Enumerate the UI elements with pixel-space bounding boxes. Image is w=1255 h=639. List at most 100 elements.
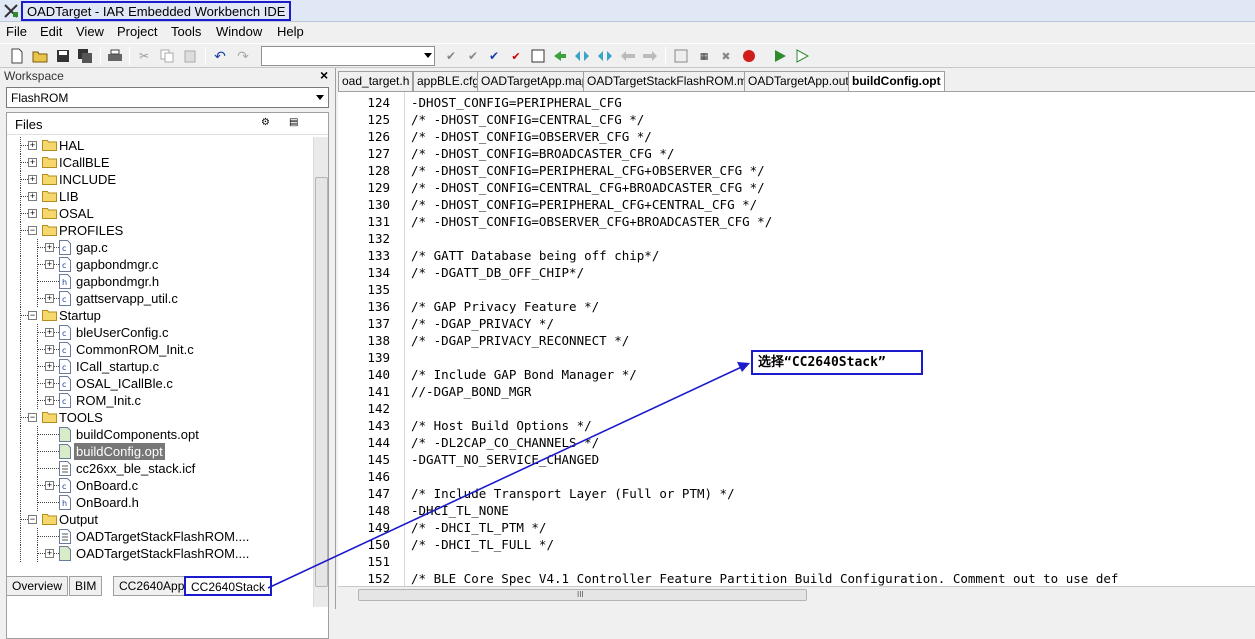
menu-file[interactable]: File [6,24,27,40]
tab-cc2640app[interactable]: CC2640App [113,576,191,596]
tree-file[interactable]: cc26xx_ble_stack.icf [7,460,307,477]
tab-appble-cfg[interactable]: appBLE.cfg [413,71,484,91]
build-status-column-icon[interactable]: ▤ [289,117,305,131]
tab-oadtargetapp-map[interactable]: OADTargetApp.map [477,71,593,91]
undo-icon[interactable]: ↶ [211,47,229,65]
save-icon[interactable] [54,47,72,65]
code-line[interactable]: 141 //-DGAP_BOND_MGR [338,383,1255,400]
code-line[interactable]: 127 /* -DHOST_CONFIG=BROADCASTER_CFG */ [338,145,1255,162]
next-bookmark-icon[interactable] [596,47,614,65]
tree-file[interactable]: h OnBoard.h [7,494,307,511]
menu-tools[interactable]: Tools [171,24,201,40]
code-line[interactable]: 133 /* GATT Database being off chip*/ [338,247,1255,264]
tab-cc2640stack[interactable]: CC2640Stack [184,576,273,596]
tree-file[interactable]: + OADTargetStackFlashROM.... [7,545,307,562]
code-line[interactable]: 138 /* -DGAP_PRIVACY_RECONNECT */ [338,332,1255,349]
tree-file[interactable]: + c gapbondmgr.c [7,256,307,273]
tree-file[interactable]: h gapbondmgr.h [7,273,307,290]
cut-icon[interactable]: ✂ [135,47,153,65]
new-file-icon[interactable] [8,47,26,65]
tree-folder[interactable]: − PROFILES [7,222,307,239]
tree-file[interactable]: buildComponents.opt [7,426,307,443]
redo-icon[interactable]: ↷ [234,47,252,65]
tree-file[interactable]: + c gattservapp_util.c [7,290,307,307]
close-icon[interactable]: × [320,67,328,83]
compile-icon[interactable] [672,47,690,65]
expand-icon[interactable]: + [28,158,37,167]
expand-icon[interactable]: + [45,379,54,388]
expand-icon[interactable]: + [45,260,54,269]
paste-icon[interactable] [181,47,199,65]
tree-file[interactable]: + c OnBoard.c [7,477,307,494]
code-line[interactable]: 131 /* -DHOST_CONFIG=OBSERVER_CFG+BROADCA… [338,213,1255,230]
tree-folder[interactable]: − TOOLS [7,409,307,426]
tab-oad-target-h[interactable]: oad_target.h [338,71,414,91]
code-line[interactable]: 129 /* -DHOST_CONFIG=CENTRAL_CFG+BROADCAS… [338,179,1255,196]
code-line[interactable]: 147 /* Include Transport Layer (Full or P… [338,485,1255,502]
code-line[interactable]: 148 -DHCI_TL_NONE [338,502,1255,519]
code-line[interactable]: 125 /* -DHOST_CONFIG=CENTRAL_CFG */ [338,111,1255,128]
menu-edit[interactable]: Edit [40,24,62,40]
configuration-select[interactable]: FlashROM [6,87,329,108]
tree-folder[interactable]: − Startup [7,307,307,324]
stop-build-icon[interactable]: ✖ [717,47,735,65]
tab-oadtargetapp-out[interactable]: OADTargetApp.out [744,71,853,91]
settings-column-icon[interactable]: ⚙ [261,117,277,131]
prev-bookmark-icon[interactable] [573,47,591,65]
go-to-icon[interactable] [529,47,547,65]
menu-window[interactable]: Window [216,24,262,40]
code-editor[interactable]: 124 -DHOST_CONFIG=PERIPHERAL_CFG 125 /* -DH… [338,91,1255,586]
code-line[interactable]: 142 [338,400,1255,417]
expand-icon[interactable]: + [28,209,37,218]
tree-folder[interactable]: + LIB [7,188,307,205]
collapse-icon[interactable]: − [28,311,37,320]
find-icon[interactable]: ✔ [442,47,460,65]
tab-bim[interactable]: BIM [69,576,103,596]
tree-folder[interactable]: + OSAL [7,205,307,222]
code-line[interactable]: 137 /* -DGAP_PRIVACY */ [338,315,1255,332]
collapse-icon[interactable]: − [28,515,37,524]
code-line[interactable]: 146 [338,468,1255,485]
tree-vertical-scrollbar[interactable] [313,137,328,607]
code-line[interactable]: 149 /* -DHCI_TL_PTM */ [338,519,1255,536]
print-icon[interactable] [106,47,124,65]
find-prev-icon[interactable]: ✔ [485,47,503,65]
code-line[interactable]: 145 -DGATT_NO_SERVICE_CHANGED [338,451,1255,468]
expand-icon[interactable]: + [45,345,54,354]
expand-icon[interactable]: + [45,362,54,371]
expand-icon[interactable]: + [45,294,54,303]
code-line[interactable]: 128 /* -DHOST_CONFIG=PERIPHERAL_CFG+OBSER… [338,162,1255,179]
code-line[interactable]: 124 -DHOST_CONFIG=PERIPHERAL_CFG [338,94,1255,111]
code-line[interactable]: 151 [338,553,1255,570]
code-line[interactable]: 150 /* -DHCI_TL_FULL */ [338,536,1255,553]
code-line[interactable]: 136 /* GAP Privacy Feature */ [338,298,1255,315]
tree-file[interactable]: buildConfig.opt [7,443,307,460]
find-in-files-icon[interactable]: ✔ [507,47,525,65]
copy-icon[interactable] [158,47,176,65]
editor-horizontal-scrollbar[interactable]: III [338,586,1255,602]
code-line[interactable]: 152 /* BLE Core Spec V4.1 Controller Feat… [338,570,1255,586]
code-line[interactable]: 144 /* -DL2CAP_CO_CHANNELS */ [338,434,1255,451]
tree-file[interactable]: + c OSAL_ICallBle.c [7,375,307,392]
code-line[interactable]: 135 [338,281,1255,298]
menu-view[interactable]: View [76,24,104,40]
expand-icon[interactable]: + [45,243,54,252]
tree-file[interactable]: + c gap.c [7,239,307,256]
tree-folder[interactable]: + HAL [7,137,307,154]
expand-icon[interactable]: + [28,175,37,184]
expand-icon[interactable]: + [28,141,37,150]
code-line[interactable]: 143 /* Host Build Options */ [338,417,1255,434]
open-folder-icon[interactable] [31,47,49,65]
expand-icon[interactable]: + [45,481,54,490]
tree-folder[interactable]: + ICallBLE [7,154,307,171]
tree-file[interactable]: + c bleUserConfig.c [7,324,307,341]
find-next-icon[interactable]: ✔ [464,47,482,65]
collapse-icon[interactable]: − [28,413,37,422]
tree-file[interactable]: + c ICall_startup.c [7,358,307,375]
code-line[interactable]: 126 /* -DHOST_CONFIG=OBSERVER_CFG */ [338,128,1255,145]
expand-icon[interactable]: + [28,192,37,201]
breakpoint-icon[interactable] [740,47,758,65]
menu-help[interactable]: Help [277,24,304,40]
code-line[interactable]: 132 [338,230,1255,247]
debug-without-download-icon[interactable] [793,47,811,65]
